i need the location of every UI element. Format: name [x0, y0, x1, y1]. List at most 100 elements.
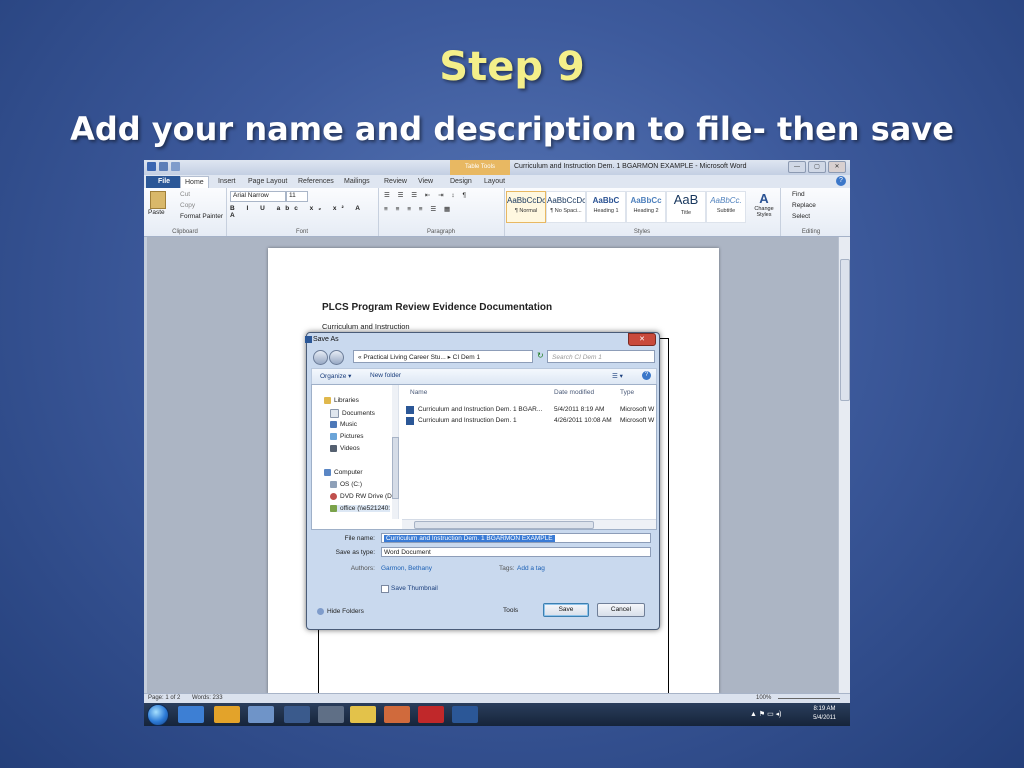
acrobat-icon[interactable]	[418, 706, 444, 723]
tab-view[interactable]: View	[414, 176, 437, 188]
nav-office-network[interactable]: office (\\e521240:	[330, 505, 391, 512]
tray-icons[interactable]: ▲ ⚑ ▭ ◂)	[750, 710, 782, 718]
style-title[interactable]: AaB Title	[666, 191, 706, 223]
outlook-icon[interactable]	[214, 706, 240, 723]
authors-value[interactable]: Garmon, Bethany	[381, 565, 432, 572]
nav-videos[interactable]: Videos	[330, 445, 360, 452]
save-button[interactable]: Save	[543, 603, 589, 617]
copy-button[interactable]: Copy	[180, 202, 195, 209]
change-styles-label: Change Styles	[754, 206, 774, 218]
nav-pictures[interactable]: Pictures	[330, 433, 363, 440]
select-button[interactable]: Select	[792, 213, 810, 220]
style-subtitle-sample: AaBbCc.	[710, 196, 742, 205]
zoom-level[interactable]: 100%	[756, 695, 771, 701]
tab-insert[interactable]: Insert	[214, 176, 240, 188]
style-subtitle[interactable]: AaBbCc. Subtitle	[706, 191, 746, 223]
undo-icon[interactable]	[171, 162, 180, 171]
ribbon: Paste Cut Copy Format Painter Clipboard …	[144, 188, 850, 237]
tab-review[interactable]: Review	[380, 176, 411, 188]
horizontal-scrollbar[interactable]	[402, 519, 656, 529]
start-button[interactable]	[147, 704, 169, 726]
media-player-icon[interactable]	[284, 706, 310, 723]
tools-button[interactable]: Tools	[503, 607, 518, 614]
column-type[interactable]: Type	[620, 389, 634, 396]
style-heading-1[interactable]: AaBbC Heading 1	[586, 191, 626, 223]
tab-file[interactable]: File	[146, 176, 182, 188]
nav-music[interactable]: Music	[330, 421, 357, 428]
scroll-thumb[interactable]	[840, 259, 850, 401]
address-bar[interactable]: « Practical Living Career Stu... ▸ CI De…	[353, 350, 533, 363]
font-format-buttons[interactable]: B I U abc x₂ x² A A	[230, 205, 378, 219]
save-icon[interactable]	[159, 162, 168, 171]
zoom-slider[interactable]	[778, 698, 840, 699]
file-row[interactable]: Curriculum and Instruction Dem. 1 4/26/2…	[406, 416, 656, 426]
nav-documents[interactable]: Documents	[330, 409, 375, 418]
format-painter-button[interactable]: Format Painter	[180, 213, 223, 220]
editing-group: Find Replace Select Editing	[780, 188, 842, 236]
back-button[interactable]	[313, 350, 328, 365]
new-folder-button[interactable]: New folder	[370, 372, 401, 379]
cut-button[interactable]: Cut	[180, 191, 190, 198]
refresh-icon[interactable]: ↻	[537, 351, 544, 360]
style-no-spacing[interactable]: AaBbCcDc ¶ No Spaci...	[546, 191, 586, 223]
style-heading-2[interactable]: AaBbCc Heading 2	[626, 191, 666, 223]
organize-button[interactable]: Organize ▾	[320, 372, 351, 380]
hide-folders-icon[interactable]	[317, 608, 324, 615]
vertical-scrollbar[interactable]	[838, 237, 850, 694]
ribbon-tabs: File Home Insert Page Layout References …	[144, 175, 850, 189]
font-size-select[interactable]: 11	[286, 191, 308, 202]
tags-value[interactable]: Add a tag	[517, 565, 545, 572]
file-name-input[interactable]: Curriculum and Instruction Dem. 1 BGARMO…	[381, 533, 651, 543]
tab-layout[interactable]: Layout	[480, 176, 509, 188]
window-title: Curriculum and Instruction Dem. 1 BGARMO…	[514, 163, 747, 170]
help-icon[interactable]: ?	[836, 176, 846, 186]
nav-libraries[interactable]: Libraries	[324, 397, 359, 404]
file-name: Curriculum and Instruction Dem. 1	[418, 417, 517, 424]
tab-design[interactable]: Design	[446, 176, 476, 188]
column-name[interactable]: Name	[410, 389, 427, 396]
nav-scrollbar[interactable]	[392, 385, 399, 519]
security-shield-icon[interactable]	[350, 706, 376, 723]
change-styles-button[interactable]: A Change Styles	[750, 191, 778, 218]
dialog-close-button[interactable]: ✕	[628, 333, 656, 346]
font-group-label: Font	[295, 229, 308, 235]
dialog-help-icon[interactable]: ?	[642, 371, 651, 380]
word-taskbar-icon[interactable]	[452, 706, 478, 723]
horizontal-scroll-thumb[interactable]	[414, 521, 594, 529]
close-window-button[interactable]: ✕	[828, 161, 846, 173]
cancel-button[interactable]: Cancel	[597, 603, 645, 617]
page-count[interactable]: Page: 1 of 2	[148, 695, 180, 701]
nav-scroll-thumb[interactable]	[392, 437, 399, 499]
powerpoint-icon[interactable]	[384, 706, 410, 723]
replace-button[interactable]: Replace	[792, 202, 816, 209]
word-count[interactable]: Words: 233	[192, 695, 223, 701]
paste-button[interactable]: Paste	[148, 209, 165, 216]
tab-references[interactable]: References	[294, 176, 338, 188]
tab-mailings[interactable]: Mailings	[340, 176, 374, 188]
tab-page-layout[interactable]: Page Layout	[244, 176, 291, 188]
forward-button[interactable]	[329, 350, 344, 365]
style-normal[interactable]: AaBbCcDc ¶ Normal	[506, 191, 546, 223]
tags-label: Tags:	[499, 565, 515, 572]
save-thumbnail-checkbox[interactable]	[381, 585, 389, 593]
save-type-select[interactable]: Word Document	[381, 547, 651, 557]
search-input[interactable]: Search CI Dem 1	[547, 350, 655, 363]
find-button[interactable]: Find	[792, 191, 805, 198]
file-explorer-icon[interactable]	[248, 706, 274, 723]
minimize-button[interactable]: —	[788, 161, 806, 173]
nav-os-c[interactable]: OS (C:)	[330, 481, 362, 488]
view-icon[interactable]: ☰ ▾	[612, 372, 623, 380]
column-date-modified[interactable]: Date modified	[554, 389, 594, 396]
network-app-icon[interactable]	[318, 706, 344, 723]
maximize-button[interactable]: ▢	[808, 161, 826, 173]
paste-icon[interactable]	[150, 191, 166, 209]
font-name-select[interactable]: Arial Narrow	[230, 191, 286, 202]
nav-dvd-drive[interactable]: DVD RW Drive (D:	[330, 493, 394, 500]
align-buttons[interactable]: ≡ ≡ ≡ ≡ ☰ ▦	[384, 205, 453, 213]
file-row[interactable]: Curriculum and Instruction Dem. 1 BGAR..…	[406, 405, 656, 415]
taskbar-clock[interactable]: 8:19 AM 5/4/2011	[813, 705, 836, 723]
nav-computer[interactable]: Computer	[324, 469, 363, 476]
paragraph-buttons[interactable]: ☰ ☰ ☰ ⇤ ⇥ ↕ ¶	[384, 191, 469, 199]
internet-explorer-icon[interactable]	[178, 706, 204, 723]
hide-folders-button[interactable]: Hide Folders	[327, 608, 364, 615]
